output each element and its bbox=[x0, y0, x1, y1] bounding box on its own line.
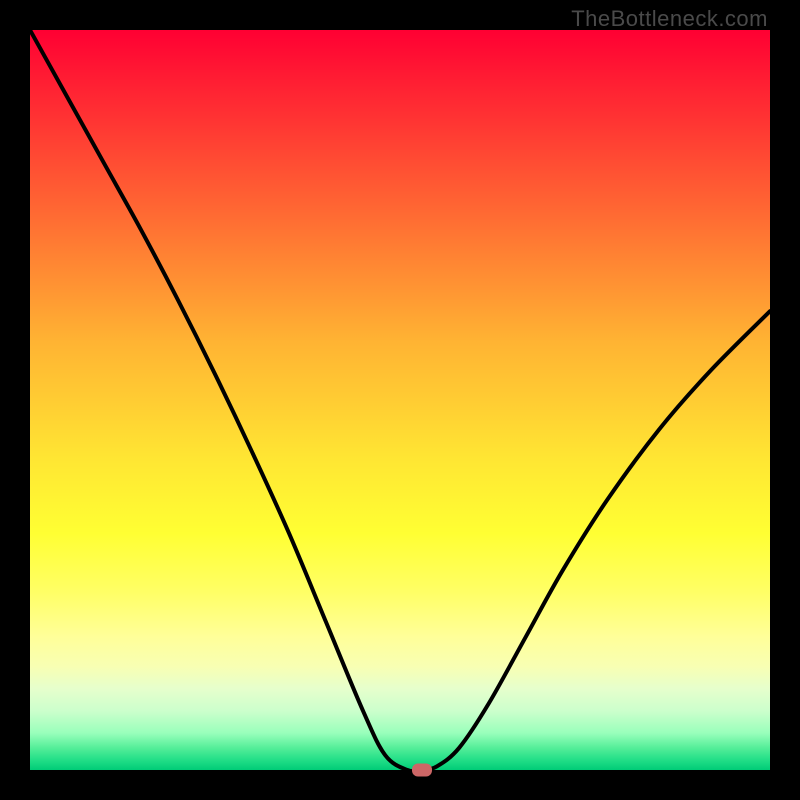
optimal-marker bbox=[412, 764, 432, 777]
chart-container: TheBottleneck.com bbox=[0, 0, 800, 800]
watermark-text: TheBottleneck.com bbox=[571, 6, 768, 32]
curve-path bbox=[30, 30, 770, 770]
bottleneck-curve bbox=[30, 30, 770, 770]
plot-area bbox=[30, 30, 770, 770]
